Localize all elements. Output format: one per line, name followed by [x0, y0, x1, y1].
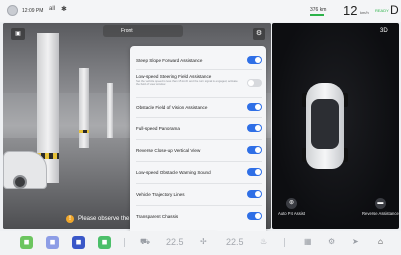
setting-label: Obstacle Field of Vision Assistance [136, 105, 208, 110]
parked-car-wheel [13, 175, 27, 189]
battery-range: 376 km [310, 7, 327, 13]
setting-row-obstacle-sound: Low-speed Obstacle Warning Sound [136, 162, 262, 184]
ready-indicator: READY [375, 8, 389, 13]
settings-gear-icon[interactable]: ⚙ [253, 28, 265, 40]
setting-row-reverse-vertical: Reverse Close-up Vertical View [136, 140, 262, 162]
app-icon-maps[interactable]: ◼ [98, 236, 111, 249]
screen: 12:09 PM all ✱ 376 km 12 km/h READY D ▣ … [0, 0, 401, 255]
pillar [107, 83, 113, 138]
avatar[interactable] [7, 5, 18, 16]
seat-heat-icon[interactable]: ♨ [260, 237, 267, 246]
warning-icon: ! [66, 215, 74, 223]
steep-slope-toggle[interactable] [247, 56, 262, 64]
signal-icon: all [49, 6, 56, 12]
low-speed-steering-toggle[interactable] [247, 79, 262, 87]
setting-description: Set the vehicle speed is less than 15 km… [136, 79, 238, 87]
obstacle-sound-toggle[interactable] [247, 168, 262, 176]
auto-park-assist-button[interactable]: ⊛ Auto P4 Assist [278, 198, 305, 216]
pillar [79, 68, 89, 148]
3d-mode-button[interactable]: 3D [380, 28, 388, 34]
app-icon-gallery[interactable]: ◼ [46, 236, 59, 249]
app-icon-media[interactable]: ◼ [72, 236, 85, 249]
full-speed-panorama-toggle[interactable] [247, 124, 262, 132]
setting-label: Steep Slope Forward Assistance [136, 58, 203, 63]
warning-text: Please observe the [78, 216, 130, 222]
camera-label: Front [103, 25, 183, 37]
speed-unit: km/h [360, 10, 369, 15]
setting-label: Low-speed Obstacle Warning Sound [136, 170, 211, 175]
vehicle-settings-icon[interactable]: ⚙ [328, 237, 335, 246]
setting-row-full-speed-panorama: Full-speed Panorama [136, 118, 262, 140]
setting-row-trajectory-lines: Vehicle Trajectory Lines [136, 184, 262, 206]
setting-label: Full-speed Panorama [136, 126, 180, 131]
vehicle-roof-glass [311, 99, 339, 149]
reverse-assistance-button[interactable]: ▬ Reverse Assistance [362, 198, 399, 216]
home-icon[interactable]: ⌂ [378, 237, 383, 246]
bottom-dock: ◼ ◼ ◼ ◼ ⛟ 22.5 ✢ 22.5 ♨ ▦ ⚙ ➤ ⌂ [0, 231, 401, 255]
temp-left[interactable]: 22.5 [166, 237, 184, 247]
warning-banner: ! Please observe the [66, 212, 129, 226]
grid-menu-icon[interactable]: ▦ [304, 237, 312, 246]
fan-icon[interactable]: ✢ [200, 237, 207, 246]
bluetooth-icon: ✱ [61, 6, 67, 13]
setting-label: Transparent Chassis [136, 214, 179, 219]
assist-settings-panel: Steep Slope Forward Assistance Low-speed… [130, 46, 266, 248]
camera-switch-icon[interactable]: ▣ [11, 28, 25, 40]
reverse-car-icon: ▬ [374, 198, 386, 209]
car-icon[interactable]: ⛟ [140, 237, 150, 247]
speed-value: 12 [343, 3, 358, 18]
battery-level-bar [310, 14, 324, 16]
steering-wheel-icon: ⊛ [286, 198, 297, 209]
setting-row-low-speed-steering: Low-speed Steering Field Assistance Set … [136, 70, 262, 98]
setting-row-obstacle-vision: Obstacle Field of Vision Assistance [136, 98, 262, 118]
obstacle-vision-toggle[interactable] [247, 103, 262, 111]
reverse-vertical-toggle[interactable] [247, 146, 262, 154]
vehicle-3d-view: 3D ⊛ Auto P4 Assist ▬ Reverse Assistance [272, 23, 399, 229]
setting-row-steep-slope: Steep Slope Forward Assistance [136, 52, 262, 70]
transparent-chassis-toggle[interactable] [247, 212, 262, 220]
status-bar: 12:09 PM all ✱ 376 km 12 km/h READY D [0, 0, 401, 22]
navigation-arrow-icon[interactable]: ➤ [352, 237, 359, 246]
clock: 12:09 PM [22, 8, 44, 14]
setting-label: Vehicle Trajectory Lines [136, 192, 185, 197]
setting-label: Reverse Close-up Vertical View [136, 148, 201, 153]
setting-row-transparent-chassis: Transparent Chassis [136, 206, 262, 228]
app-icon-phone[interactable]: ◼ [20, 236, 33, 249]
temp-right[interactable]: 22.5 [226, 237, 244, 247]
gear-indicator: D [390, 3, 399, 17]
trajectory-lines-toggle[interactable] [247, 190, 262, 198]
